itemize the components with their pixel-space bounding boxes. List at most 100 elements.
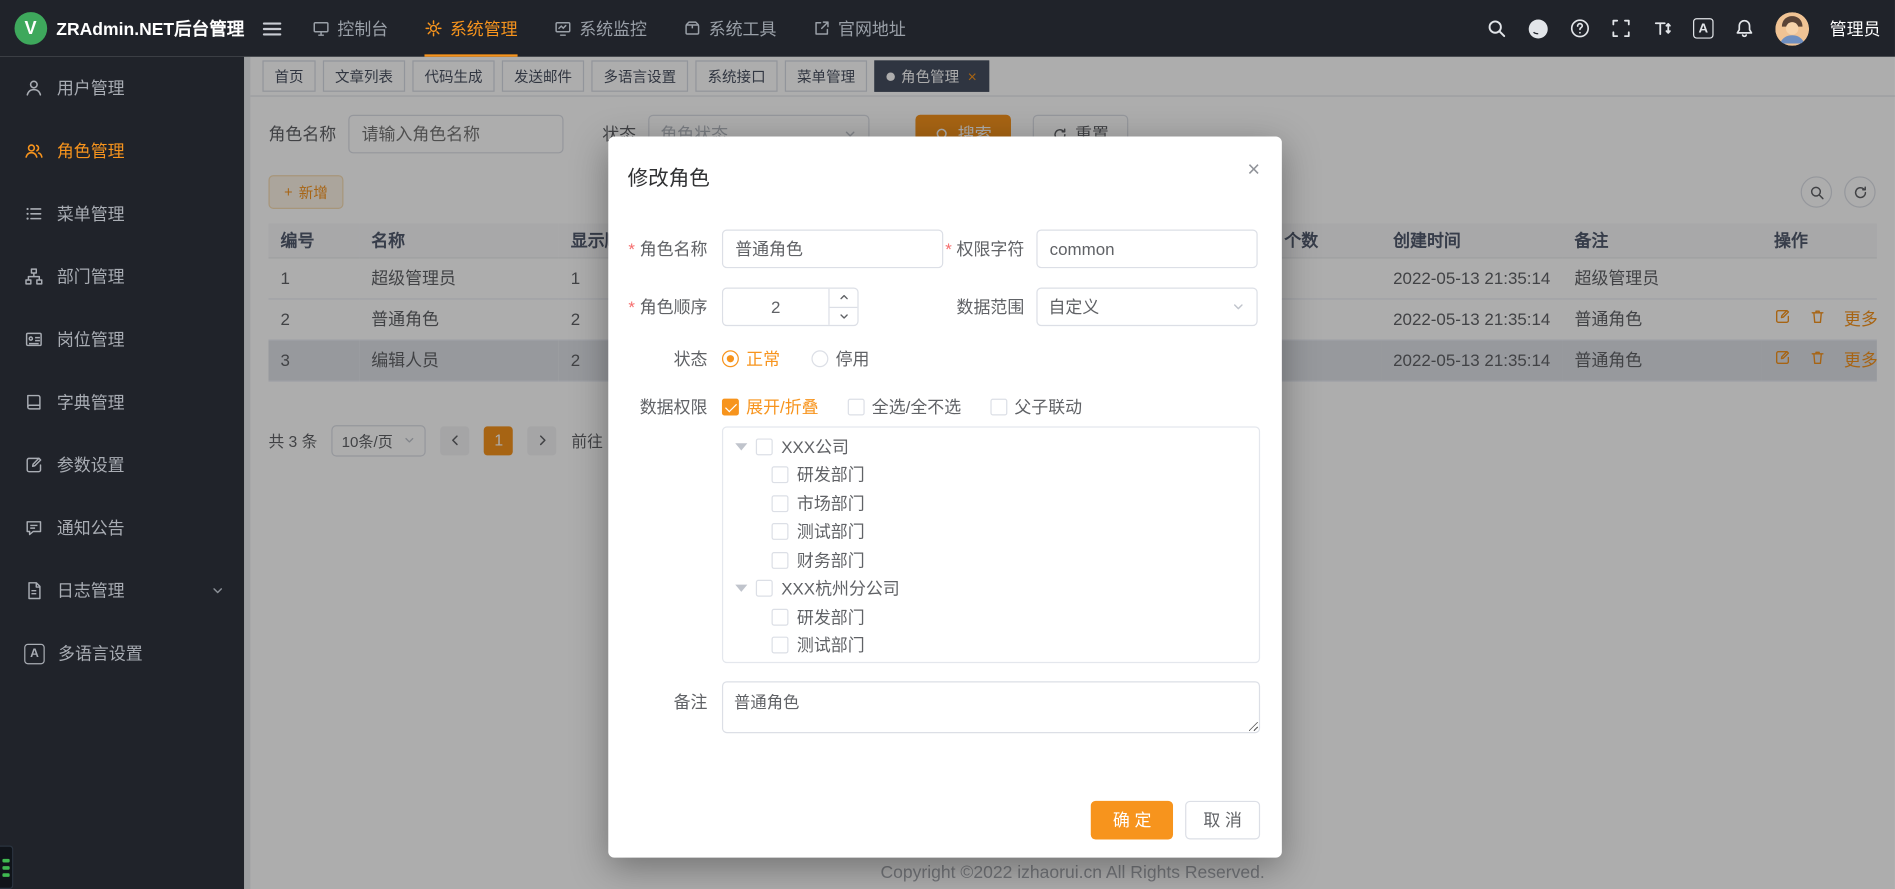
checkbox-icon[interactable]	[772, 552, 789, 569]
sidebar-item-i18n[interactable]: A 多语言设置	[0, 622, 244, 685]
caret-icon[interactable]	[735, 585, 747, 592]
tree-node-child[interactable]: 财务部门	[723, 546, 1259, 574]
message-icon	[24, 518, 43, 537]
tree-node-child[interactable]: 测试部门	[723, 631, 1259, 659]
confirm-button[interactable]: 确 定	[1091, 801, 1173, 840]
sidebar-item-label: 通知公告	[57, 516, 125, 540]
checkbox-icon[interactable]	[772, 637, 789, 654]
cancel-button[interactable]: 取 消	[1185, 801, 1260, 840]
tree-node-label: XXX杭州分公司	[781, 576, 900, 600]
checkbox-select-all[interactable]: 全选/全不选	[848, 395, 962, 419]
edit-role-dialog: 修改角色 × 角色名称 权限字符 角色顺序	[608, 136, 1282, 857]
nav-item-website[interactable]: 官网地址	[813, 0, 906, 57]
tree-node-child[interactable]: 市场部门	[723, 489, 1259, 517]
sidebar-item-notices[interactable]: 通知公告	[0, 496, 244, 559]
role-name-input[interactable]	[722, 230, 943, 269]
checkbox-icon[interactable]	[756, 438, 773, 455]
monitor-icon	[554, 19, 572, 37]
chevron-down-icon	[210, 583, 225, 597]
language-icon[interactable]: A	[1693, 18, 1714, 39]
hamburger-icon[interactable]	[261, 18, 283, 40]
chevron-down-icon	[1231, 300, 1246, 314]
checkbox-expand-collapse[interactable]: 展开/折叠	[722, 395, 819, 419]
checkbox-icon[interactable]	[772, 608, 789, 625]
checkbox-label: 父子联动	[1014, 395, 1082, 419]
status-label: 状态	[608, 347, 722, 371]
tree-node-child[interactable]: 研发部门	[723, 461, 1259, 489]
sidebar-item-posts[interactable]: 岗位管理	[0, 308, 244, 371]
id-badge-icon	[24, 330, 43, 349]
sidebar-item-logs[interactable]: 日志管理	[0, 559, 244, 622]
help-icon[interactable]	[1570, 18, 1591, 39]
nav-label: 官网地址	[838, 16, 906, 40]
radio-disabled[interactable]: 停用	[811, 347, 869, 371]
sidebar-item-departments[interactable]: 部门管理	[0, 245, 244, 308]
fullscreen-icon[interactable]	[1611, 18, 1632, 39]
tree-node-child[interactable]: 测试部门	[723, 518, 1259, 546]
checkbox-icon[interactable]	[772, 495, 789, 512]
tree-node-root[interactable]: XXX公司	[723, 432, 1259, 460]
github-icon[interactable]	[1527, 18, 1549, 40]
sidebar-item-label: 角色管理	[57, 139, 125, 163]
radio-label: 正常	[746, 347, 780, 371]
sidebar-item-label: 用户管理	[57, 76, 125, 100]
nav-item-monitoring[interactable]: 系统监控	[554, 0, 647, 57]
topbar-actions: A 管理员	[1486, 11, 1895, 45]
checkbox-parent-child[interactable]: 父子联动	[990, 395, 1082, 419]
tree-node-label: 研发部门	[797, 605, 865, 629]
perm-char-input[interactable]	[1036, 230, 1257, 269]
nav-item-system-mgmt[interactable]: 系统管理	[424, 0, 517, 57]
external-link-icon	[813, 19, 831, 37]
nav-label: 系统监控	[579, 16, 647, 40]
radio-dot	[811, 350, 828, 367]
checkbox-icon[interactable]	[772, 523, 789, 540]
perm-char-label: 权限字符	[943, 237, 1036, 261]
sidebar-item-roles[interactable]: 角色管理	[0, 120, 244, 183]
nav-label: 系统管理	[450, 16, 518, 40]
checkbox-icon[interactable]	[756, 580, 773, 597]
avatar[interactable]	[1775, 11, 1809, 45]
nav-item-console[interactable]: 控制台	[312, 0, 388, 57]
checkbox-icon[interactable]	[772, 467, 789, 484]
sidebar-item-label: 岗位管理	[57, 327, 125, 351]
username[interactable]: 管理员	[1830, 16, 1881, 40]
sidebar-item-label: 字典管理	[57, 390, 125, 414]
increase-icon[interactable]	[830, 289, 858, 308]
top-nav: 控制台 系统管理 系统监控 系统工具	[312, 0, 906, 57]
role-order-input[interactable]	[723, 297, 828, 316]
radio-normal[interactable]: 正常	[722, 347, 780, 371]
nav-item-tools[interactable]: 系统工具	[683, 0, 776, 57]
tree-node-root[interactable]: XXX杭州分公司	[723, 574, 1259, 602]
sidebar-item-label: 参数设置	[57, 453, 125, 477]
logo-icon: V	[15, 12, 47, 45]
data-scope-select[interactable]: 自定义	[1036, 287, 1257, 326]
tree-node-label: 测试部门	[797, 520, 865, 544]
edit-square-icon	[24, 455, 43, 474]
search-icon[interactable]	[1486, 18, 1507, 39]
decrease-icon[interactable]	[830, 307, 858, 325]
sidebar-item-dictionary[interactable]: 字典管理	[0, 371, 244, 434]
tree-node-label: 测试部门	[797, 633, 865, 657]
close-icon[interactable]: ×	[1247, 158, 1260, 180]
sidebar-item-parameters[interactable]: 参数设置	[0, 434, 244, 497]
language-icon: A	[24, 643, 45, 664]
checkbox-icon	[990, 399, 1007, 416]
app: V ZRAdmin.NET后台管理 控制台 系统管理	[0, 0, 1895, 889]
radio-label: 停用	[836, 347, 870, 371]
dialog-footer: 确 定 取 消	[1091, 801, 1260, 840]
sidebar-item-label: 多语言设置	[58, 641, 143, 665]
remark-label: 备注	[608, 681, 722, 714]
sidebar-item-menus[interactable]: 菜单管理	[0, 182, 244, 245]
tree-node-label: XXX公司	[781, 435, 849, 459]
tree-node-child[interactable]: 研发部门	[723, 603, 1259, 631]
data-scope-label: 数据范围	[943, 295, 1036, 319]
dev-widget[interactable]	[0, 846, 13, 889]
gear-icon	[424, 19, 442, 37]
role-order-stepper[interactable]	[722, 287, 859, 326]
remark-textarea[interactable]: 普通角色	[722, 681, 1260, 733]
sidebar-item-users[interactable]: 用户管理	[0, 57, 244, 120]
font-size-icon[interactable]	[1652, 18, 1673, 39]
bell-icon[interactable]	[1734, 18, 1755, 39]
dept-tree: XXX公司 研发部门 市场部门 测试部门 财务部门	[722, 426, 1260, 663]
caret-icon[interactable]	[735, 443, 747, 450]
